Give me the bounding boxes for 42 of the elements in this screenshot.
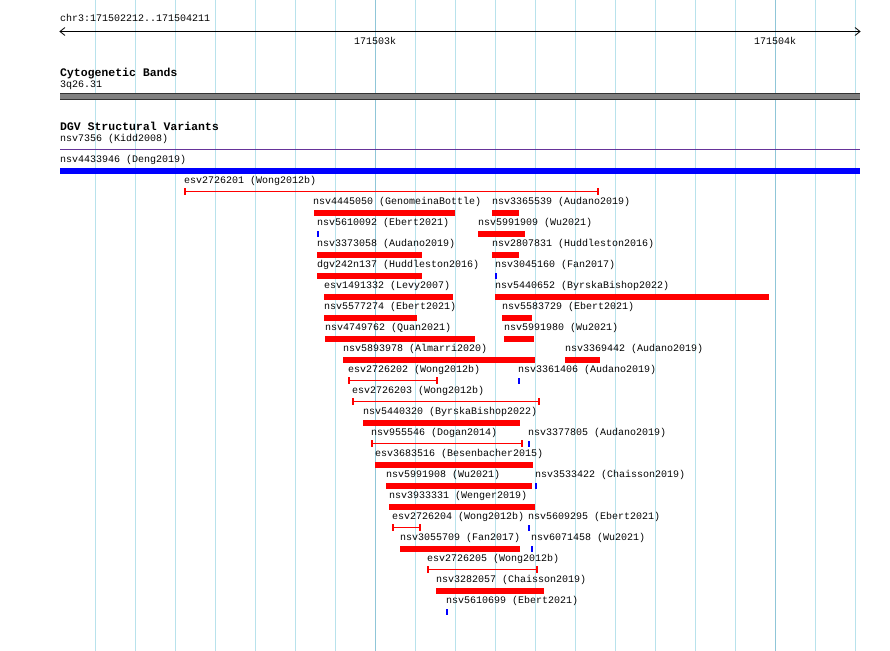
track-title: Cytogenetic Bands bbox=[60, 67, 178, 80]
location-label: chr3:171502212..171504211 bbox=[60, 14, 210, 26]
variant-label: nsv5610092 (Ebert2021) bbox=[317, 218, 450, 230]
variant-label: nsv4433946 (Deng2019) bbox=[60, 155, 186, 167]
variant-label: nsv3365539 (Audano2019) bbox=[492, 197, 630, 209]
variant-label: nsv3933331 (Wenger2019) bbox=[389, 491, 528, 503]
ruler-tick-label: 171504k bbox=[754, 37, 796, 49]
variant-label: esv2726205 (Wong2012b) bbox=[427, 554, 560, 566]
ruler-tick-label: 171503k bbox=[354, 37, 396, 49]
variant-label: esv1491332 (Levy2007) bbox=[324, 281, 450, 293]
variant-label: nsv5583729 (Ebert2021) bbox=[502, 302, 634, 314]
variant-label: nsv3533422 (Chaisson2019) bbox=[535, 470, 686, 482]
variant-label: esv3683516 (Besenbacher2015) bbox=[375, 449, 544, 461]
variant-label: nsv2807831 (Huddleston2016) bbox=[492, 239, 654, 251]
variant-label: nsv7356 (Kidd2008) bbox=[60, 134, 168, 146]
variant-label: nsv5577274 (Ebert2021) bbox=[324, 302, 456, 314]
variant-label: nsv5991908 (Wu2021) bbox=[386, 470, 500, 482]
variant-label: nsv5440320 (ByrskaBishop2022) bbox=[363, 407, 538, 419]
variant-label: nsv3282057 (Chaisson2019) bbox=[436, 575, 586, 587]
track-title: DGV Structural Variants bbox=[60, 121, 219, 134]
variant-label: nsv5991909 (Wu2021) bbox=[478, 218, 592, 230]
band-label: 3q26.31 bbox=[60, 80, 102, 92]
variant-label: nsv5609295 (Ebert2021) bbox=[528, 512, 660, 524]
variant-label: esv2726203 (Wong2012b) bbox=[352, 386, 484, 398]
variant-label: nsv3361406 (Audano2019) bbox=[518, 365, 656, 377]
variant-label: nsv3055709 (Fan2017) bbox=[400, 533, 520, 545]
variant-label: nsv3377805 (Audano2019) bbox=[528, 428, 666, 440]
variant-label: nsv3369442 (Audano2019) bbox=[565, 344, 704, 356]
variant-label: nsv6071458 (Wu2021) bbox=[531, 533, 646, 545]
variant-label: nsv5610699 (Ebert2021) bbox=[446, 596, 578, 608]
variant-label: dgv242n137 (Huddleston2016) bbox=[317, 260, 480, 272]
variant-label: nsv3373058 (Audano2019) bbox=[317, 239, 456, 251]
variant-label: esv2726202 (Wong2012b) bbox=[348, 365, 480, 377]
variant-label: nsv5893978 (Almarri2020) bbox=[343, 344, 488, 356]
variant-label: nsv955546 (Dogan2014) bbox=[371, 428, 498, 440]
variant-label: nsv5440652 (ByrskaBishop2022) bbox=[495, 281, 670, 293]
variant-label: nsv4749762 (Quan2021) bbox=[325, 323, 452, 335]
variant-label: esv2726201 (Wong2012b) bbox=[184, 176, 316, 188]
variant-label: esv2726204 (Wong2012b) bbox=[392, 512, 524, 524]
variant-label: nsv5991980 (Wu2021) bbox=[504, 323, 618, 335]
variant-label: nsv3045160 (Fan2017) bbox=[495, 260, 616, 272]
variant-label: nsv4445050 (GenomeinaBottle) bbox=[313, 197, 482, 209]
